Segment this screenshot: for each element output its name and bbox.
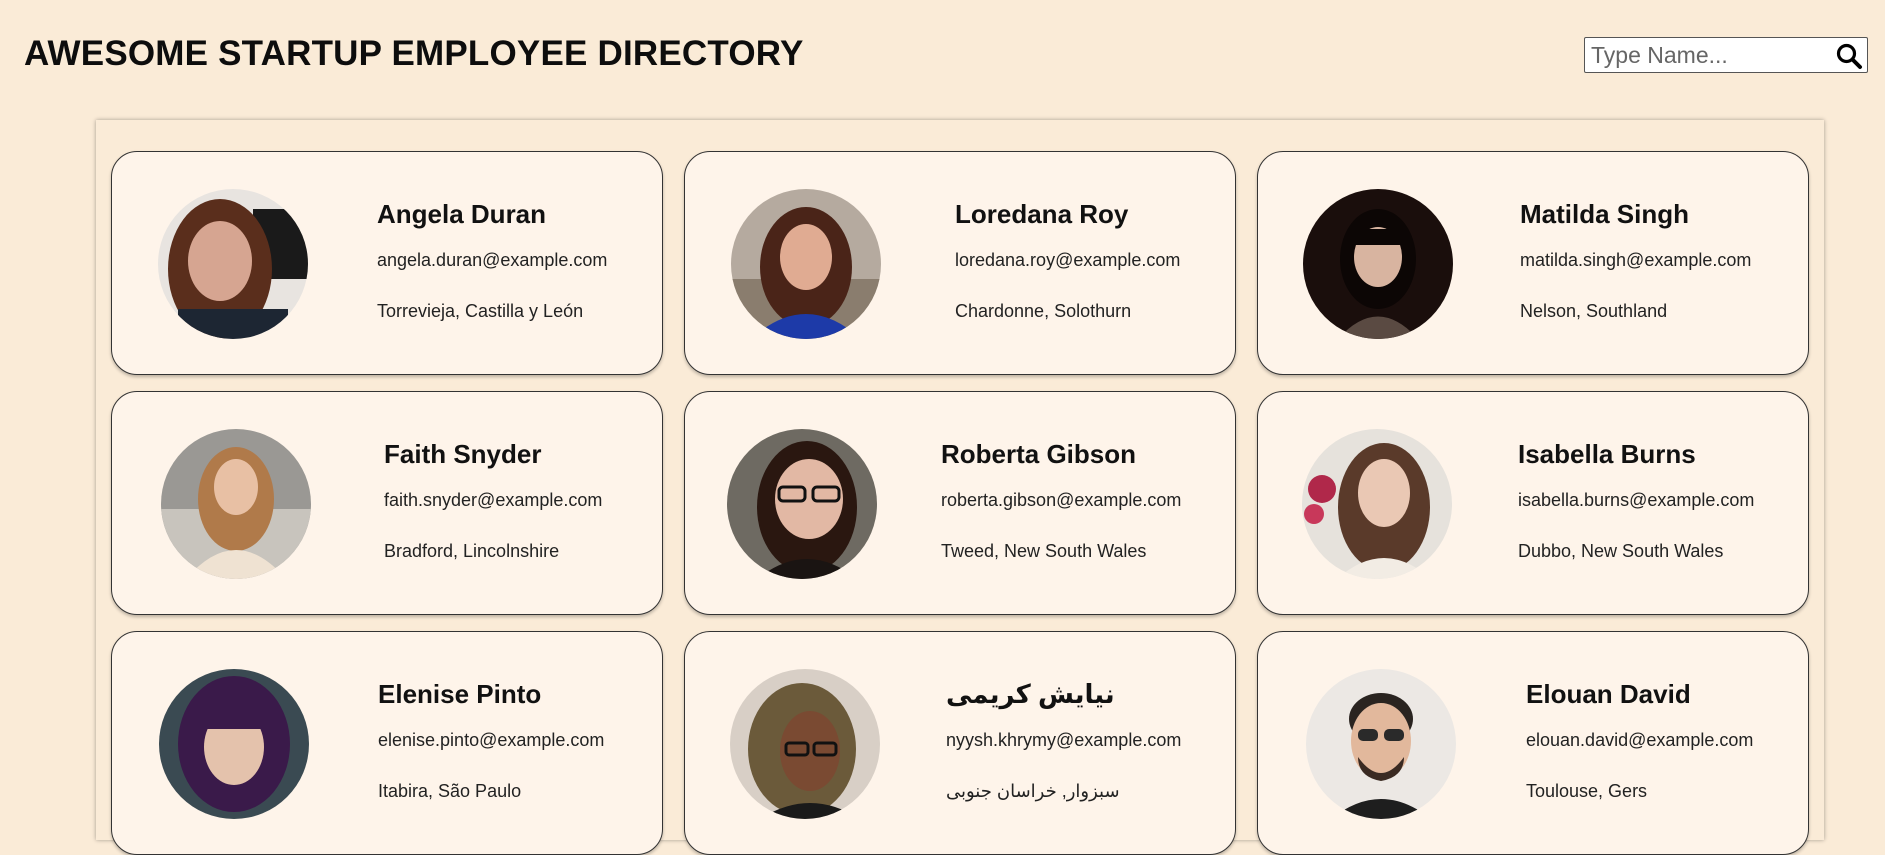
employee-name: Angela Duran [377,199,547,229]
employee-name: Isabella Burns [1518,439,1696,469]
employee-card[interactable]: Elouan David elouan.david@example.com To… [1257,631,1809,855]
employee-avatar [158,189,308,339]
employee-name: Faith Snyder [384,439,542,469]
employee-info: Matilda Singh matilda.singh@example.com … [1520,194,1751,323]
employee-info: Angela Duran angela.duran@example.com To… [377,194,607,323]
search-box [1584,37,1868,73]
employee-card[interactable]: نیایش کریمی nyysh.khrymy@example.com سبز… [684,631,1236,855]
employee-email: matilda.singh@example.com [1520,250,1752,270]
employee-info: Elouan David elouan.david@example.com To… [1526,674,1753,803]
employee-gallery: Angela Duran angela.duran@example.com To… [96,120,1824,855]
employee-info: نیایش کریمی nyysh.khrymy@example.com سبز… [946,674,1181,803]
employee-card[interactable]: Elenise Pinto elenise.pinto@example.com … [111,631,663,855]
search-icon[interactable] [1835,42,1863,70]
employee-location: Toulouse, Gers [1526,781,1648,801]
employee-location: Bradford, Lincolnshire [384,541,560,561]
employee-location: Dubbo, New South Wales [1518,541,1724,561]
employee-avatar [1302,429,1452,579]
employee-name: Matilda Singh [1520,199,1689,229]
employee-email: angela.duran@example.com [377,250,608,270]
employee-location: Nelson, Southland [1520,301,1668,321]
employee-card[interactable]: Isabella Burns isabella.burns@example.co… [1257,391,1809,615]
employee-card[interactable]: Faith Snyder faith.snyder@example.com Br… [111,391,663,615]
employee-avatar [731,189,881,339]
employee-email: elenise.pinto@example.com [378,730,605,750]
employee-card[interactable]: Roberta Gibson roberta.gibson@example.co… [684,391,1236,615]
page-title: AWESOME STARTUP EMPLOYEE DIRECTORY [24,34,804,73]
employee-avatar [159,669,309,819]
employee-card[interactable]: Matilda Singh matilda.singh@example.com … [1257,151,1809,375]
employee-info: Elenise Pinto elenise.pinto@example.com … [378,674,604,803]
employee-name: Roberta Gibson [941,439,1137,469]
employee-avatar [1303,189,1453,339]
employee-info: Roberta Gibson roberta.gibson@example.co… [941,434,1181,563]
employee-location: Chardonne, Solothurn [955,301,1132,321]
employee-avatar [730,669,880,819]
employee-info: Faith Snyder faith.snyder@example.com Br… [384,434,602,563]
employee-avatar [727,429,877,579]
employee-name: Loredana Roy [955,199,1129,229]
employee-email: elouan.david@example.com [1526,730,1754,750]
employee-avatar [1306,669,1456,819]
employee-info: Loredana Roy loredana.roy@example.com Ch… [955,194,1180,323]
employee-location: Itabira, São Paulo [378,781,522,801]
employee-email: nyysh.khrymy@example.com [946,730,1182,750]
employee-name: Elouan David [1526,679,1691,709]
employee-card[interactable]: Angela Duran angela.duran@example.com To… [111,151,663,375]
search-input[interactable] [1585,38,1835,72]
employee-info: Isabella Burns isabella.burns@example.co… [1518,434,1754,563]
employee-email: loredana.roy@example.com [955,250,1181,270]
employee-location: Tweed, New South Wales [941,541,1147,561]
employee-location: سبزوار, خراسان جنوبی [946,781,1120,801]
employee-card[interactable]: Loredana Roy loredana.roy@example.com Ch… [684,151,1236,375]
page-header: AWESOME STARTUP EMPLOYEE DIRECTORY [0,0,1885,110]
employee-avatar [161,429,311,579]
employee-email: faith.snyder@example.com [384,490,603,510]
employee-email: roberta.gibson@example.com [941,490,1182,510]
employee-name: Elenise Pinto [378,679,542,709]
employee-name: نیایش کریمی [946,679,1115,709]
employee-location: Torrevieja, Castilla y León [377,301,584,321]
employee-email: isabella.burns@example.com [1518,490,1755,510]
